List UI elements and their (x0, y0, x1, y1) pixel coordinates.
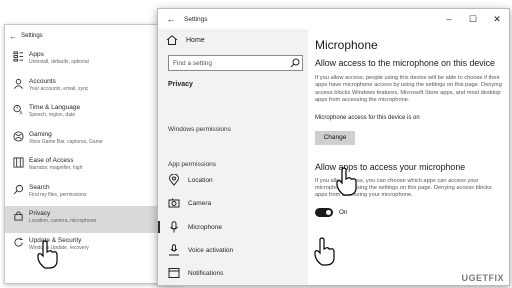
sidebar-item-label: Microphone (188, 223, 222, 231)
allow-device-description: If you allow access, people using this d… (315, 75, 502, 104)
time-language-icon: A (13, 104, 23, 115)
search-icon (13, 184, 24, 194)
device-access-status: Microphone access for this device is on (315, 114, 420, 121)
sidebar: Home Find a setting Privacy Windows perm… (158, 29, 308, 285)
lock-icon (14, 211, 23, 221)
toggle-state-label: On (338, 209, 348, 217)
sidebar-item-label: Notifications (188, 269, 224, 277)
sidebar-section-title: Privacy (168, 81, 193, 88)
notifications-icon (168, 268, 180, 278)
allow-device-heading: Allow access to the microphone on this d… (315, 58, 495, 68)
window-titlebar: ← Settings – ☐ ✕ (158, 9, 509, 29)
find-setting-search-box[interactable]: Find a setting (168, 55, 303, 71)
home-icon (166, 35, 178, 45)
microphone-icon (170, 221, 178, 233)
close-icon[interactable]: ✕ (485, 14, 509, 25)
page-title: Microphone (315, 38, 378, 52)
windows-permissions-heading: Windows permissions (168, 126, 231, 133)
nav-home-label: Home (186, 36, 205, 44)
sidebar-item-label: Location (188, 176, 213, 184)
back-arrow-icon[interactable]: ← (5, 32, 21, 41)
hand-cursor-icon (37, 240, 58, 269)
hand-cursor-icon (314, 237, 335, 266)
ease-of-access-icon (13, 157, 24, 168)
window-title: Settings (184, 15, 208, 23)
search-icon[interactable] (288, 57, 302, 69)
maximize-icon[interactable]: ☐ (461, 14, 485, 25)
sidebar-item-voice-activation[interactable]: Voice activation (158, 239, 308, 261)
sidebar-item-location[interactable]: Location (158, 169, 308, 191)
microphone-apps-toggle[interactable] (315, 207, 333, 217)
selection-indicator (158, 221, 160, 233)
sidebar-item-notifications[interactable]: Notifications (158, 262, 308, 284)
watermark-logo: UGETFIX (461, 273, 504, 283)
hand-cursor-icon (336, 167, 357, 196)
gaming-icon (13, 130, 24, 142)
sidebar-item-label: Camera (188, 199, 212, 207)
svg-text:A: A (19, 111, 23, 115)
minimize-icon[interactable]: – (437, 14, 461, 24)
apps-icon (13, 51, 24, 62)
sidebar-item-camera[interactable]: Camera (158, 192, 308, 214)
sidebar-item-microphone[interactable]: Microphone (158, 216, 308, 238)
back-arrow-icon[interactable]: ← (158, 14, 184, 24)
back-window-title: Settings (21, 33, 43, 39)
location-icon (168, 174, 180, 186)
voice-activation-icon (169, 244, 179, 256)
refresh-icon (14, 237, 23, 247)
app-permissions-heading: App permissions (168, 161, 217, 168)
change-button[interactable]: Change (315, 130, 355, 145)
camera-icon (168, 198, 180, 208)
nav-home[interactable]: Home (158, 29, 308, 51)
microphone-settings-window: ← Settings – ☐ ✕ Home Find a setting Pri… (157, 8, 510, 286)
search-placeholder: Find a setting (173, 59, 213, 67)
toggle-knob (326, 209, 331, 215)
sidebar-item-label: Voice activation (188, 246, 234, 254)
person-icon (14, 78, 23, 89)
